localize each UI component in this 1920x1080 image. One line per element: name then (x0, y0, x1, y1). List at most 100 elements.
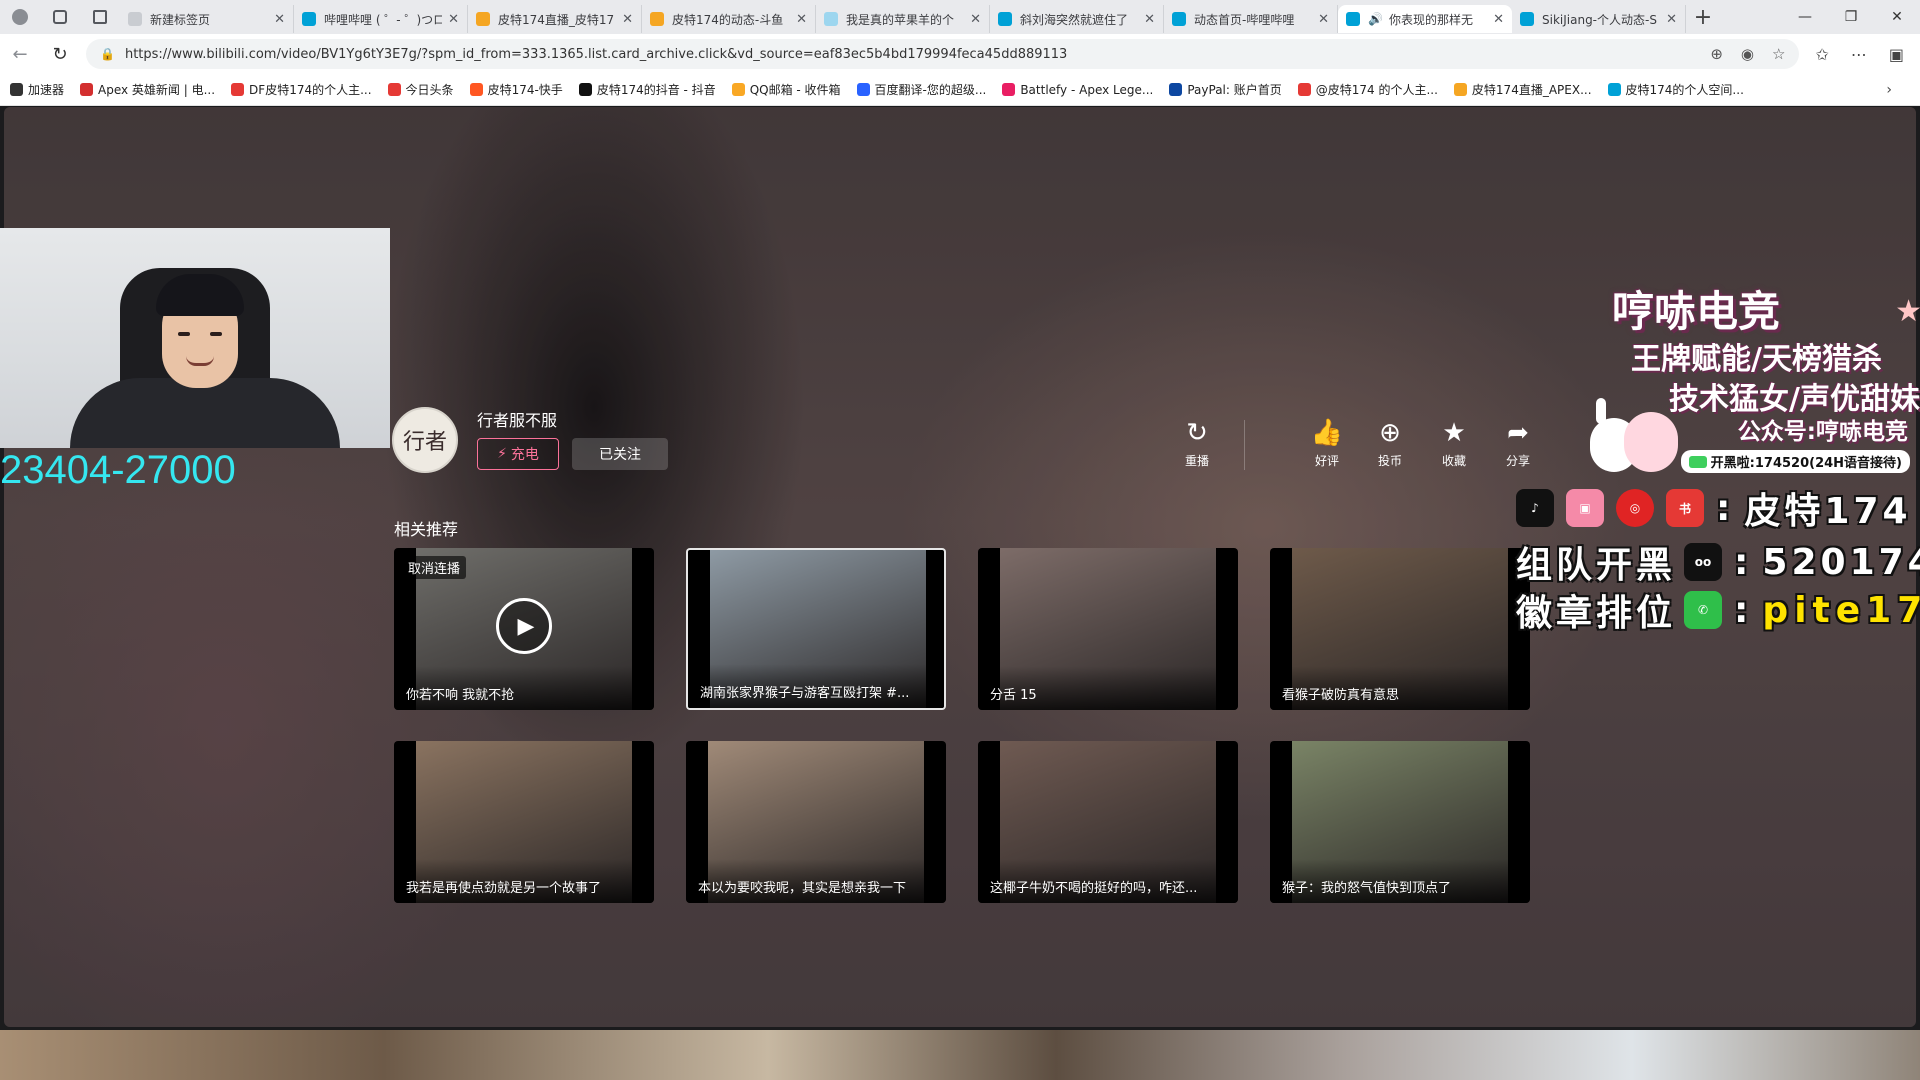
bookmark-label: @皮特174 的个人主... (1315, 83, 1438, 97)
lock-icon[interactable]: 🔒 (100, 47, 115, 61)
bookmark-item[interactable]: 皮特174-快手 (469, 81, 563, 98)
cancel-autoplay-button[interactable]: 取消连播 (402, 556, 467, 579)
tab-list: 新建标签页 ✕ 哔哩哔哩 ( ゜- ゜)つロ ✕ 皮特174直播_皮特17 ✕ 皮特174的… (120, 1, 1686, 33)
browser-tab[interactable]: 斜刘海突然就遮住了 ✕ (990, 5, 1164, 33)
tab-actions-icon[interactable] (80, 0, 120, 34)
new-tab-button[interactable]: + (1686, 5, 1720, 30)
bookmark-item[interactable]: 皮特174的个人空间... (1607, 81, 1744, 98)
favorite-button[interactable]: ★ 收藏 (1427, 418, 1481, 469)
avatar-text: 行者 (402, 430, 447, 455)
bookmark-item[interactable]: 今日头条 (387, 81, 454, 98)
minimize-button[interactable]: — (1782, 9, 1828, 25)
refresh-button[interactable]: ↻ (40, 44, 80, 65)
close-tab-icon[interactable]: ✕ (1144, 12, 1155, 27)
action-divider (1244, 420, 1245, 470)
browser-tab[interactable]: 动态首页-哔哩哔哩 ✕ (1164, 5, 1338, 33)
team-row-value: 520174 (1762, 541, 1920, 583)
bookmark-item[interactable]: QQ邮箱 - 收件箱 (731, 81, 841, 98)
related-video-card[interactable]: 本以为要咬我呢，其实是想亲我一下 (686, 741, 946, 903)
bookmark-item[interactable]: 皮特174直播_APEX... (1453, 81, 1592, 98)
coin-button[interactable]: ⊕ 投币 (1363, 418, 1417, 469)
wechat-icon: ✆ (1684, 591, 1723, 629)
url-field[interactable]: 🔒 https://www.bilibili.com/video/BV1Yg6t… (86, 39, 1800, 69)
bookmarks-overflow-icon[interactable]: › (1886, 82, 1892, 98)
browser-tab[interactable]: SikiJiang-个人动态-S ✕ (1512, 5, 1686, 33)
badge-row: 徽章排位 ✆ : pite174 (1516, 584, 1920, 636)
video-title: 看猴子破防真有意思 (1270, 666, 1530, 710)
badge-row-value: pite174 (1762, 589, 1920, 631)
video-title: 猴子：我的怒气值快到顶点了 (1270, 859, 1530, 903)
related-video-card[interactable]: 猴子：我的怒气值快到顶点了 (1270, 741, 1530, 903)
browser-tab[interactable]: 哔哩哔哩 ( ゜- ゜)つロ ✕ (294, 5, 468, 33)
charge-button[interactable]: ⚡ 充电 (477, 438, 559, 470)
bookmark-item[interactable]: 百度翻译-您的超级... (856, 81, 986, 98)
play-icon[interactable]: ▶ (496, 598, 552, 654)
bilibili-icon: ▣ (1566, 489, 1604, 527)
tab-title: SikiJiang-个人动态-S (1542, 12, 1657, 27)
bookmark-favicon-icon (1297, 83, 1311, 96)
related-video-card[interactable]: 取消连播 ▶ 你若不响 我就不抢 (394, 548, 654, 710)
bookmark-item[interactable]: Apex 英雄新闻 | 电... (80, 81, 215, 98)
tracking-icon[interactable]: ◉ (1741, 45, 1754, 63)
related-video-card[interactable]: 湖南张家界猴子与游客互殴打架 #... (686, 548, 946, 710)
related-video-card[interactable]: 看猴子破防真有意思 (1270, 548, 1530, 710)
close-tab-icon[interactable]: ✕ (1666, 12, 1677, 27)
bookmark-item[interactable]: PayPal: 账户首页 (1169, 81, 1282, 98)
related-video-card[interactable]: 分舌 15 (978, 548, 1238, 710)
follow-button[interactable]: 已关注 (572, 438, 668, 470)
bookmark-favicon-icon (469, 83, 483, 96)
webcam-feed (0, 228, 390, 448)
uploader-avatar[interactable]: 行者 (392, 407, 458, 473)
coin-label: 投币 (1377, 454, 1402, 468)
browser-tab[interactable]: 🔊 你表现的那样无 ✕ (1338, 5, 1512, 33)
tab-title: 哔哩哔哩 ( ゜- ゜)つロ (324, 12, 443, 27)
close-tab-icon[interactable]: ✕ (1318, 12, 1329, 27)
thumbs-up-icon: 👍 (1310, 418, 1344, 448)
like-label: 好评 (1314, 454, 1339, 468)
browser-tab[interactable]: 皮特174的动态-斗鱼 ✕ (642, 5, 816, 33)
badge-row-label: 徽章排位 (1516, 593, 1677, 634)
bookmark-item[interactable]: @皮特174 的个人主... (1297, 81, 1438, 98)
bookmark-item[interactable]: 加速器 (10, 81, 64, 98)
close-tab-icon[interactable]: ✕ (1493, 12, 1504, 27)
close-tab-icon[interactable]: ✕ (274, 12, 285, 27)
favorite-star-icon[interactable]: ☆ (1772, 45, 1785, 63)
browser-tab[interactable]: 皮特174直播_皮特17 ✕ (468, 5, 642, 33)
restore-button[interactable]: ❐ (1828, 9, 1874, 25)
uploader-name[interactable]: 行者服不服 (477, 407, 557, 431)
sidebar-icon[interactable]: ▣ (1889, 45, 1904, 64)
tab-favicon-icon (998, 12, 1012, 26)
charge-label: 充电 (510, 447, 539, 463)
video-title: 本以为要咬我呢，其实是想亲我一下 (686, 859, 946, 903)
speaker-icon[interactable]: 🔊 (1368, 12, 1383, 26)
bookmark-item[interactable]: Battlefy - Apex Lege... (1002, 83, 1153, 97)
zoom-icon[interactable]: ⊕ (1710, 45, 1723, 63)
close-tab-icon[interactable]: ✕ (970, 12, 981, 27)
close-tab-icon[interactable]: ✕ (622, 12, 633, 27)
back-button[interactable]: ← (0, 44, 40, 65)
like-button[interactable]: 👍 好评 (1300, 418, 1354, 469)
netease-icon: ◎ (1616, 489, 1654, 527)
more-menu-icon[interactable]: ⋯ (1851, 45, 1867, 64)
browser-tab[interactable]: 我是真的苹果羊的个 ✕ (816, 5, 990, 33)
close-window-button[interactable]: ✕ (1874, 9, 1920, 25)
tab-title: 斜刘海突然就遮住了 (1020, 12, 1129, 27)
close-tab-icon[interactable]: ✕ (448, 12, 459, 27)
close-tab-icon[interactable]: ✕ (796, 12, 807, 27)
video-title: 我若是再使点劲就是另一个故事了 (394, 859, 654, 903)
bookmark-item[interactable]: 皮特174的抖音 - 抖音 (578, 81, 716, 98)
profile-icon[interactable] (0, 0, 40, 34)
bookmark-item[interactable]: DF皮特174的个人主... (231, 81, 372, 98)
star-decoration-icon: ★ (1895, 294, 1920, 329)
favorites-icon[interactable]: ✩ (1815, 45, 1828, 64)
bookmark-label: 皮特174-快手 (487, 83, 563, 97)
team-name: 哼哧电竞 (1611, 287, 1780, 336)
related-video-card[interactable]: 我若是再使点劲就是另一个故事了 (394, 741, 654, 903)
bookmark-label: 皮特174直播_APEX... (1471, 83, 1592, 97)
workspaces-icon[interactable] (40, 0, 80, 34)
tab-favicon-icon (824, 12, 838, 26)
replay-button[interactable]: ↻ 重播 (1170, 418, 1224, 469)
browser-tab[interactable]: 新建标签页 ✕ (120, 5, 294, 33)
tab-favicon-icon (1520, 12, 1534, 26)
related-video-card[interactable]: 这椰子牛奶不喝的挺好的吗，咋还... (978, 741, 1238, 903)
